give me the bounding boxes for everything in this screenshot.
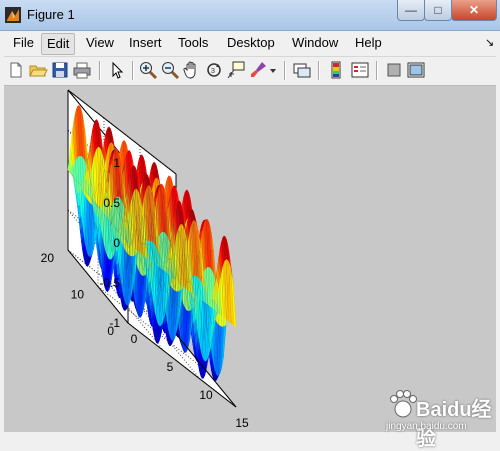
select-arrow-icon[interactable]: [107, 60, 127, 80]
menu-bar: File Edit View Insert Tools Desktop Wind…: [4, 31, 496, 55]
maximize-button[interactable]: □: [424, 0, 452, 21]
save-icon[interactable]: [50, 60, 70, 80]
toolbar-separator: [132, 61, 134, 80]
menu-desktop[interactable]: Desktop: [222, 33, 280, 53]
close-icon: ✕: [468, 3, 480, 17]
zoom-out-icon[interactable]: [160, 60, 180, 80]
x-tick-label: 10: [199, 388, 213, 402]
close-button[interactable]: ✕: [451, 0, 497, 21]
z-tick-label: 0: [113, 236, 120, 250]
pan-hand-icon[interactable]: [182, 60, 202, 80]
maximize-icon: □: [434, 3, 442, 17]
menu-edit[interactable]: Edit: [41, 33, 76, 55]
baidu-watermark: Baidu经验 jingyan.baidu.com: [386, 385, 498, 450]
title-bar: Figure 1 — □ ✕: [0, 0, 500, 31]
menu-insert[interactable]: Insert: [124, 33, 167, 53]
figure-canvas[interactable]: 1 0.5 0 -0.5 -1 0 10 20 0 5 10 15: [4, 86, 496, 432]
insert-legend-icon[interactable]: [350, 60, 370, 80]
x-tick-label: 0: [131, 332, 138, 346]
svg-text:3: 3: [211, 68, 215, 75]
x-tick-label: 15: [235, 416, 249, 430]
surface-plot[interactable]: 10.50-0.5-101020051015: [4, 86, 496, 432]
print-icon[interactable]: [72, 60, 92, 80]
window-title: Figure 1: [27, 7, 75, 22]
watermark-url: jingyan.baidu.com: [386, 421, 467, 432]
minimize-icon: —: [405, 3, 417, 17]
zoom-in-icon[interactable]: [138, 60, 158, 80]
minimize-button[interactable]: —: [397, 0, 425, 21]
menu-view[interactable]: View: [81, 33, 119, 53]
toolbar-separator: [376, 61, 378, 80]
rotate-3d-icon[interactable]: 3: [204, 60, 224, 80]
toolbar-separator: [318, 61, 320, 80]
x-tick-label: 5: [167, 360, 174, 374]
toolbar: 3: [4, 56, 496, 86]
open-file-icon[interactable]: [28, 60, 48, 80]
data-cursor-icon[interactable]: [226, 60, 246, 80]
insert-colorbar-icon[interactable]: [326, 60, 346, 80]
show-plot-tools-icon[interactable]: [406, 60, 426, 80]
brush-icon[interactable]: [248, 60, 268, 80]
menu-tools[interactable]: Tools: [173, 33, 213, 53]
y-tick-label: 20: [41, 251, 55, 265]
menu-help[interactable]: Help: [350, 33, 387, 53]
y-tick-label: 0: [107, 324, 114, 338]
z-tick-label: 0.5: [103, 196, 120, 210]
hide-plot-tools-icon[interactable]: [384, 60, 404, 80]
menu-overflow-icon[interactable]: ↘: [480, 33, 499, 53]
paw-logo-icon: [390, 390, 417, 418]
y-tick-label: 10: [71, 288, 85, 302]
link-plot-icon[interactable]: [292, 60, 312, 80]
new-figure-icon[interactable]: [6, 60, 26, 80]
z-tick-label: -0.5: [99, 276, 120, 290]
brush-dropdown-icon[interactable]: [268, 60, 278, 80]
toolbar-separator: [284, 61, 286, 80]
menu-file[interactable]: File: [8, 33, 39, 53]
menu-window[interactable]: Window: [287, 33, 343, 53]
z-tick-label: 1: [113, 156, 120, 170]
matlab-icon: [5, 7, 21, 23]
toolbar-separator: [99, 61, 101, 80]
